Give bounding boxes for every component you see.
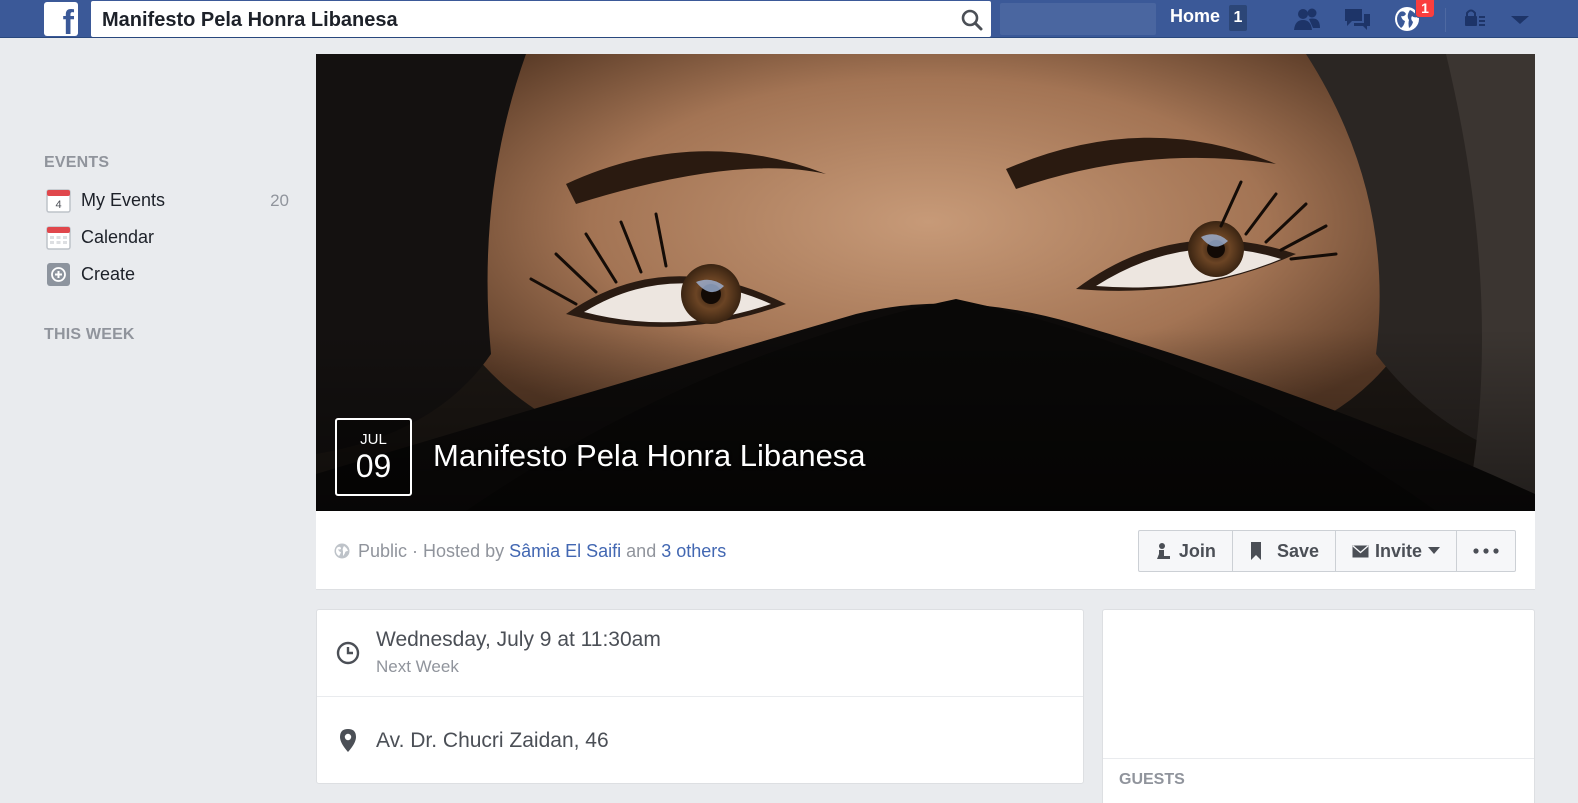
- event-cover-photo[interactable]: JUL 09 Manifesto Pela Honra Libanesa: [316, 54, 1535, 511]
- sidebar-this-week-header: THIS WEEK: [44, 326, 135, 343]
- sidebar-item-calendar[interactable]: Calendar: [44, 223, 289, 253]
- and-text: and: [626, 541, 657, 561]
- event-location: Av. Dr. Chucri Zaidan, 46: [376, 729, 609, 752]
- sidebar-item-label: Create: [81, 264, 136, 284]
- globe-icon: [334, 543, 350, 559]
- join-person-icon: [1156, 543, 1170, 559]
- event-meta: Public · Hosted by Sâmia El Saifi and 3 …: [334, 541, 726, 562]
- home-count-badge[interactable]: 1: [1229, 5, 1247, 31]
- more-options-button[interactable]: [1457, 531, 1515, 571]
- guests-header: GUESTS: [1119, 771, 1185, 788]
- event-side-card: GUESTS: [1102, 609, 1535, 803]
- sidebar-item-create[interactable]: Create: [44, 260, 289, 290]
- search-input-value[interactable]: Manifesto Pela Honra Libanesa: [102, 9, 398, 32]
- join-button-label: Join: [1178, 540, 1216, 561]
- hosted-by-label: · Hosted by: [412, 541, 505, 561]
- event-month: JUL: [360, 431, 387, 448]
- event-datetime: Wednesday, July 9 at 11:30am: [376, 628, 661, 651]
- event-location-row[interactable]: Av. Dr. Chucri Zaidan, 46: [317, 697, 1083, 785]
- chevron-down-icon: [1428, 547, 1440, 554]
- notifications-count-badge[interactable]: 1: [1415, 0, 1435, 18]
- event-privacy: Public: [358, 541, 408, 561]
- event-date-box: JUL 09: [335, 418, 412, 496]
- event-info-bar: Public · Hosted by Sâmia El Saifi and 3 …: [316, 511, 1535, 590]
- topbar-divider: [1445, 8, 1446, 32]
- sidebar-item-label: Calendar: [81, 227, 155, 247]
- clock-icon: [336, 641, 360, 665]
- invite-button[interactable]: Invite: [1336, 531, 1457, 571]
- envelope-icon: [1352, 544, 1369, 557]
- friend-requests-icon[interactable]: [1292, 4, 1322, 34]
- sidebar-events-header: EVENTS: [44, 154, 110, 171]
- join-button[interactable]: Join: [1139, 531, 1233, 571]
- calendar-day-number: 4: [55, 199, 61, 211]
- plus-icon: [47, 263, 70, 286]
- search-input[interactable]: Manifesto Pela Honra Libanesa: [91, 1, 991, 37]
- event-action-buttons: Join Save Invite: [1137, 530, 1516, 572]
- save-button[interactable]: Save: [1233, 531, 1336, 571]
- facebook-logo-icon[interactable]: f: [44, 2, 78, 40]
- search-icon[interactable]: [959, 7, 985, 33]
- sidebar-item-label: My Events: [81, 190, 166, 210]
- bookmark-icon: [1250, 542, 1261, 560]
- invite-button-label: Invite: [1374, 540, 1422, 561]
- privacy-shortcuts-icon[interactable]: [1460, 4, 1490, 34]
- event-details-card: Wednesday, July 9 at 11:30am Next Week A…: [316, 609, 1084, 784]
- top-navigation-bar: f Manifesto Pela Honra Libanesa Home 1 1: [0, 0, 1578, 40]
- calendar-icon: [46, 226, 71, 250]
- event-day: 09: [355, 448, 392, 484]
- event-time-row[interactable]: Wednesday, July 9 at 11:30am Next Week: [317, 610, 1083, 697]
- side-card-divider: [1103, 758, 1534, 759]
- more-dots-icon: [1473, 548, 1499, 554]
- calendar-day-icon: 4: [46, 189, 71, 213]
- messages-icon[interactable]: [1342, 4, 1372, 34]
- home-link[interactable]: Home: [1170, 6, 1220, 27]
- save-button-label: Save: [1276, 540, 1319, 561]
- profile-link[interactable]: [1000, 3, 1156, 35]
- host-name-link[interactable]: Sâmia El Saifi: [509, 541, 621, 561]
- event-title: Manifesto Pela Honra Libanesa: [433, 438, 866, 473]
- event-relative-time: Next Week: [376, 657, 459, 676]
- other-hosts-link[interactable]: 3 others: [661, 541, 726, 561]
- account-menu-chevron-down-icon[interactable]: [1505, 4, 1535, 34]
- sidebar-item-count: 20: [270, 191, 289, 210]
- map-pin-icon: [340, 729, 356, 752]
- sidebar-item-my-events[interactable]: 4 My Events 20: [44, 186, 289, 216]
